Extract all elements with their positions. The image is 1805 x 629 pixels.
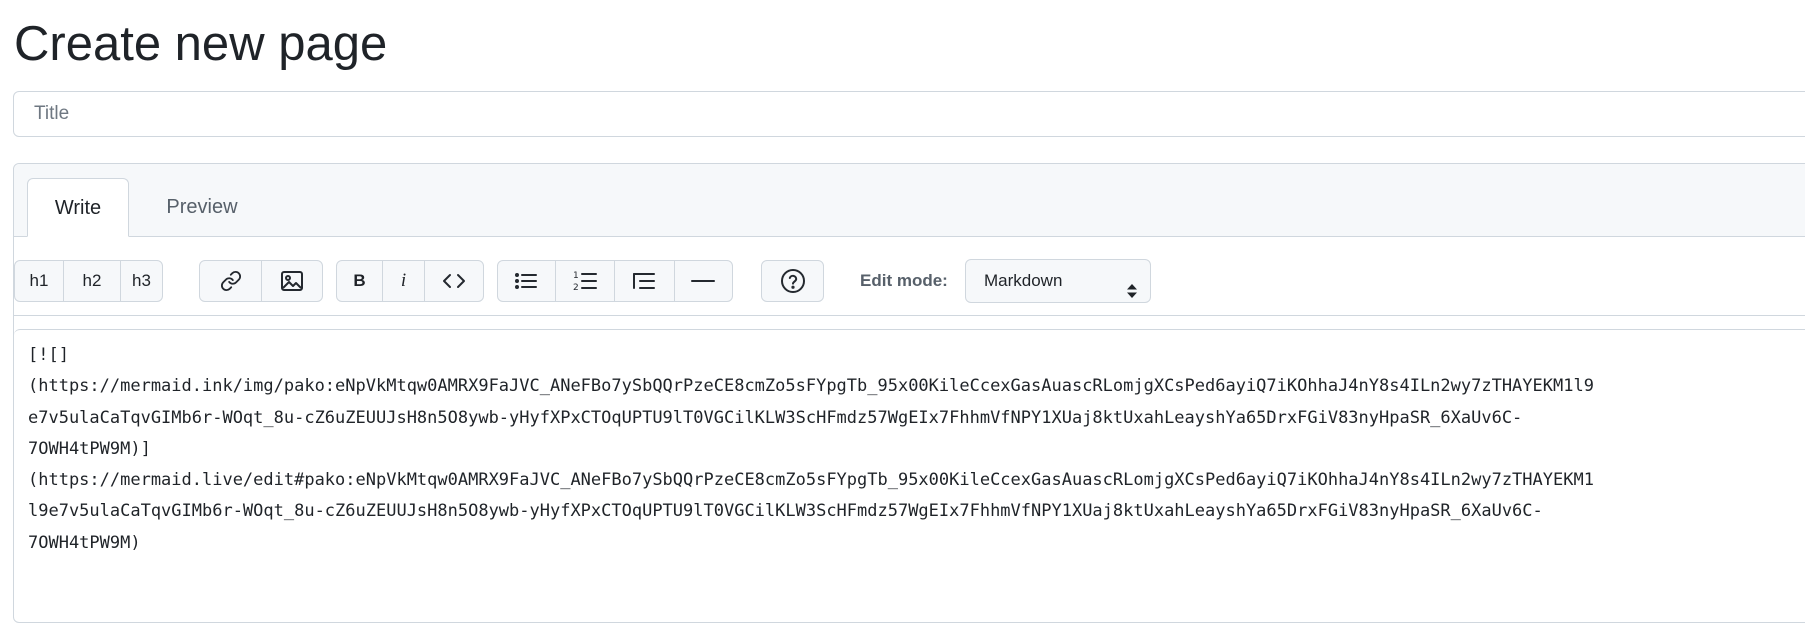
tab-preview[interactable]: Preview [142, 178, 262, 237]
help-icon [780, 268, 806, 294]
select-arrows-icon [1126, 273, 1138, 315]
horizontal-rule-button[interactable] [675, 261, 732, 301]
image-button[interactable] [262, 261, 322, 301]
help-button[interactable] [762, 261, 823, 301]
h2-button[interactable]: h2 [64, 261, 121, 301]
ordered-list-button[interactable]: 1 2 [556, 261, 616, 301]
link-button[interactable] [200, 261, 262, 301]
edit-mode-select[interactable]: Markdown [965, 259, 1151, 303]
task-list-button[interactable] [615, 261, 675, 301]
page-title: Create new page [14, 17, 388, 71]
horizontal-rule-icon [691, 279, 716, 283]
markdown-textarea[interactable]: [![] (https://mermaid.ink/img/pako:eNpVk… [14, 329, 1805, 629]
edit-mode-value: Markdown [984, 271, 1063, 290]
wiki-editor: Write Preview h1 h2 h3 B i 1 2 Edit mode… [13, 163, 1805, 623]
unordered-list-icon [515, 272, 538, 290]
italic-button[interactable]: i [383, 261, 425, 301]
title-input[interactable] [13, 91, 1805, 137]
link-icon [220, 270, 242, 292]
h3-button[interactable]: h3 [121, 261, 162, 301]
list-button-group: 1 2 [497, 260, 733, 302]
content-line: e7v5ulaCaTqvGIMb6r-WOqt_8u-cZ6uZEUUJsH8n… [28, 407, 1523, 428]
markdown-toolbar: h1 h2 h3 B i 1 2 Edit mode: Markdown [14, 259, 1805, 303]
content-line: l9e7v5ulaCaTqvGIMb6r-WOqt_8u-cZ6uZEUUJsH… [28, 501, 1543, 522]
insert-button-group [199, 260, 323, 302]
edit-mode-label: Edit mode: [860, 271, 948, 290]
tab-write[interactable]: Write [27, 178, 129, 237]
unordered-list-button[interactable] [498, 261, 556, 301]
content-line: (https://mermaid.live/edit#pako:eNpVkMtq… [28, 470, 1594, 491]
code-button[interactable] [425, 261, 483, 301]
content-line: [![] [28, 345, 69, 365]
content-line: 7OWH4tPW9M)] [28, 438, 151, 459]
content-line: 7OWH4tPW9M) [28, 532, 141, 553]
markdown-content: [![] (https://mermaid.ink/img/pako:eNpVk… [28, 340, 1594, 559]
toolbar-divider [14, 315, 1805, 316]
code-icon [442, 271, 466, 291]
heading-button-group: h1 h2 h3 [14, 260, 163, 302]
h1-button[interactable]: h1 [15, 261, 64, 301]
svg-text:2: 2 [573, 283, 579, 292]
svg-text:1: 1 [573, 271, 579, 281]
editor-tab-bar: Write Preview [14, 164, 1805, 237]
image-icon [280, 270, 304, 292]
ordered-list-icon: 1 2 [573, 270, 597, 292]
format-button-group: B i [336, 260, 484, 302]
help-button-group [761, 260, 824, 302]
task-list-icon [632, 271, 656, 291]
content-line: (https://mermaid.ink/img/pako:eNpVkMtqw0… [28, 376, 1594, 397]
bold-button[interactable]: B [337, 261, 383, 301]
